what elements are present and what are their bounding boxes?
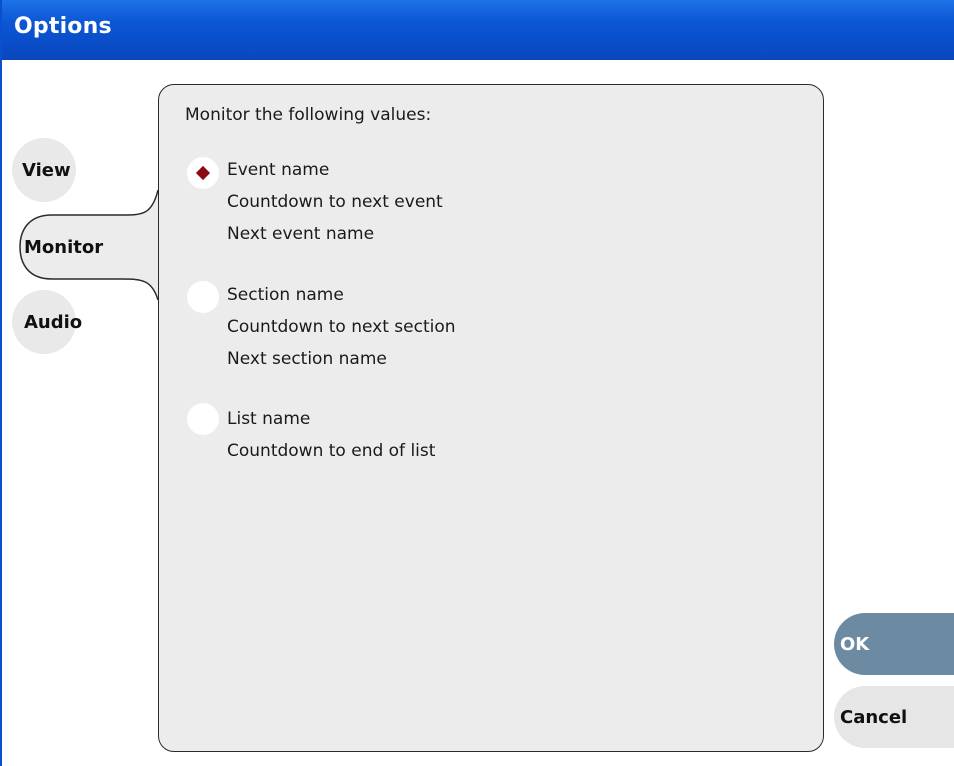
option-event-line-1: Event name <box>227 160 330 180</box>
radio-list[interactable] <box>187 403 219 435</box>
ok-button[interactable]: OK <box>834 613 954 675</box>
cancel-button-label: Cancel <box>840 706 908 728</box>
cancel-button[interactable]: Cancel <box>834 686 954 748</box>
option-event-line-2: Countdown to next event <box>227 192 443 212</box>
option-section-line-3: Next section name <box>227 349 387 369</box>
option-section-line-2: Countdown to next section <box>227 317 456 337</box>
ok-button-label: OK <box>840 633 870 655</box>
option-section-line-1: Section name <box>227 285 344 305</box>
panel-heading: Monitor the following values: <box>185 105 432 125</box>
option-list-line-1: List name <box>227 409 311 429</box>
monitor-panel: Monitor the following values: Event name… <box>158 84 824 752</box>
options-window: Options View Monitor Audio Monitor the f… <box>0 0 954 766</box>
tab-monitor-label: Monitor <box>24 237 104 258</box>
tab-audio-label: Audio <box>24 312 83 333</box>
radio-selected-dot <box>195 165 211 181</box>
option-list-line-2: Countdown to end of list <box>227 441 436 461</box>
radio-section[interactable] <box>187 281 219 313</box>
option-event-line-3: Next event name <box>227 224 375 244</box>
radio-event[interactable] <box>187 157 219 189</box>
